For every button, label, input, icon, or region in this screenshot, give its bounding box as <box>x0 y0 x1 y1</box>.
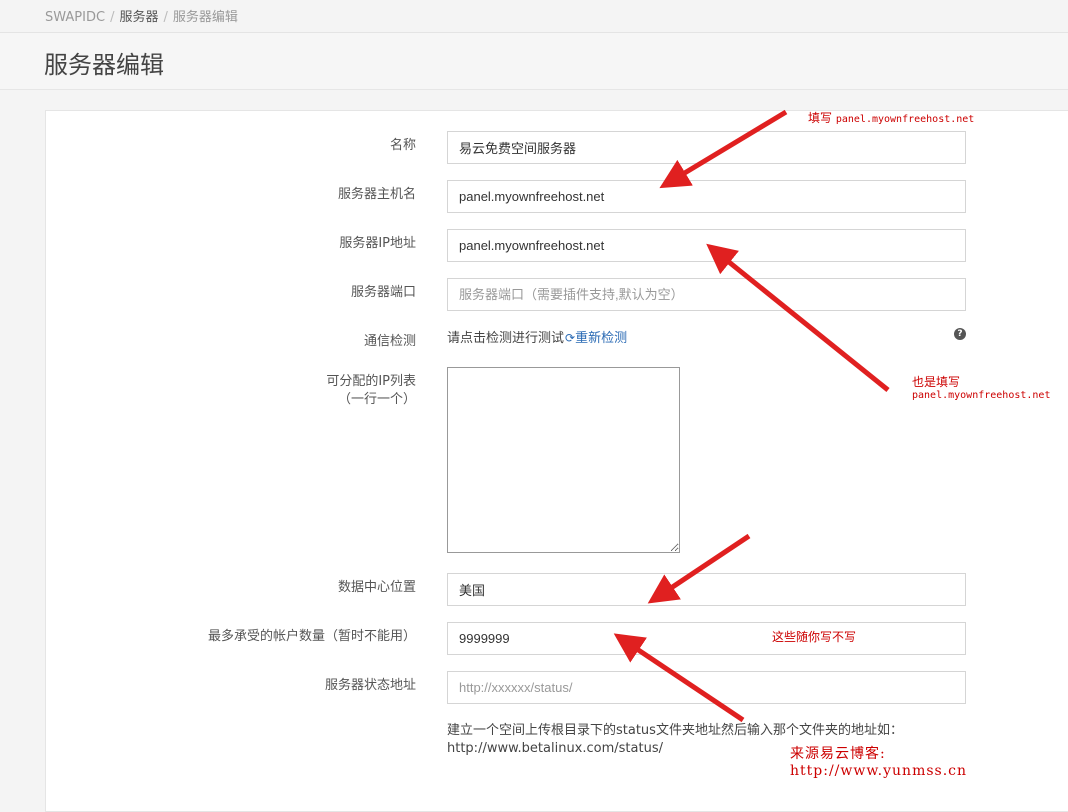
annotation-hostname-value: panel.myownfreehost.net <box>835 114 975 125</box>
arrow-max-accounts <box>613 633 745 723</box>
watermark: 来源易云博客: http://www.yunmss.cn <box>790 746 968 779</box>
arrow-datacenter <box>647 533 751 604</box>
annotation-ip-text: 也是填写 <box>912 375 961 389</box>
arrow-hostname <box>659 109 788 189</box>
annotation-ip-value: panel.myownfreehost.net <box>912 390 1051 401</box>
annotation-hostname-text: 填写 <box>808 111 833 125</box>
annotation-optional: 这些随你写不写 <box>772 630 857 644</box>
arrow-ip <box>706 243 890 392</box>
annotation-ip: 也是填写 panel.myownfreehost.net <box>912 376 1050 402</box>
annotation-hostname: 填写 panel.myownfreehost.net <box>808 109 974 126</box>
